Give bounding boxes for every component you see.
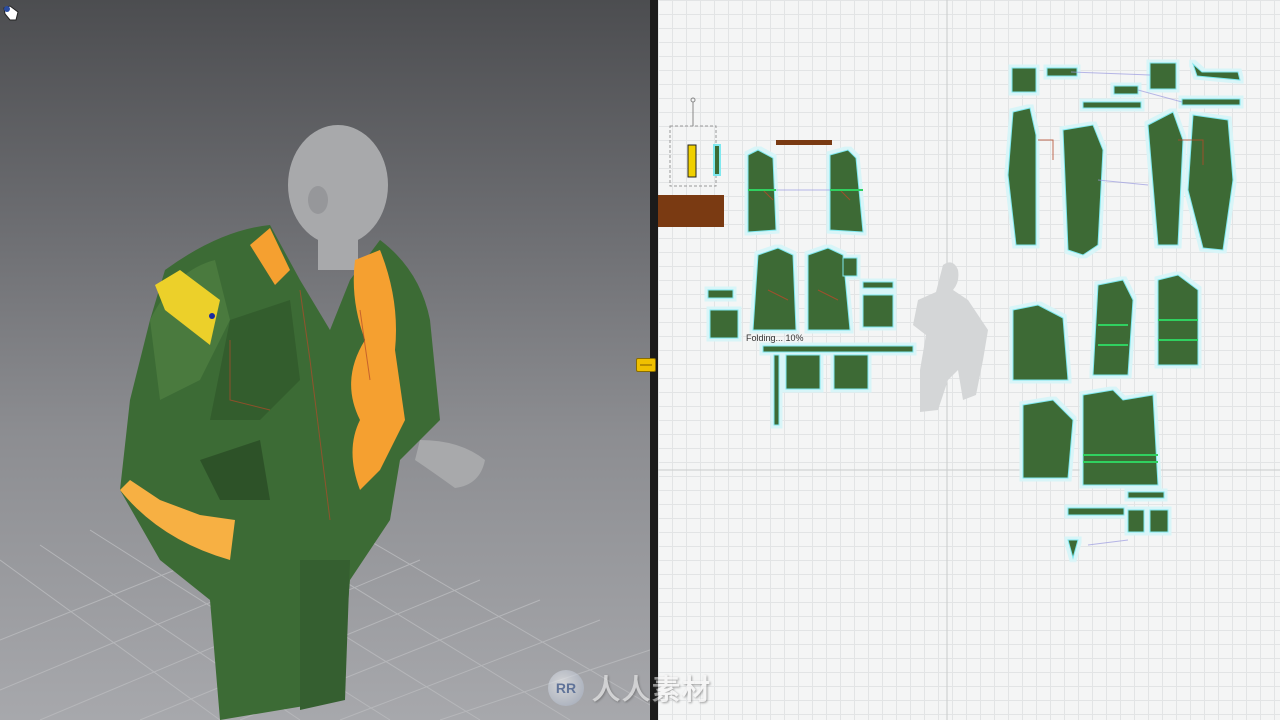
folding-status-label: Folding... 10% — [746, 333, 804, 343]
splitter-handle-icon[interactable] — [636, 358, 656, 372]
garment-3d — [120, 225, 440, 720]
hand-cursor-icon — [3, 5, 19, 21]
selected-pattern-piece — [669, 97, 721, 187]
pattern-canvas — [658, 0, 1280, 720]
watermark-text: 人人素材 — [592, 673, 713, 706]
avatar-silhouette — [913, 262, 988, 412]
2d-pattern-viewport[interactable]: Folding... 10% — [658, 0, 1280, 720]
pin-point — [209, 313, 215, 319]
pattern-piece-collar — [776, 140, 832, 145]
watermark-logo-icon: RR — [548, 670, 584, 706]
watermark: RR 人人素材 — [548, 668, 712, 708]
pattern-pieces-right — [1007, 62, 1241, 560]
3d-scene — [0, 125, 650, 720]
pattern-pieces-left — [707, 149, 914, 426]
3d-viewport[interactable] — [0, 0, 650, 720]
pattern-piece-brown — [658, 195, 724, 227]
